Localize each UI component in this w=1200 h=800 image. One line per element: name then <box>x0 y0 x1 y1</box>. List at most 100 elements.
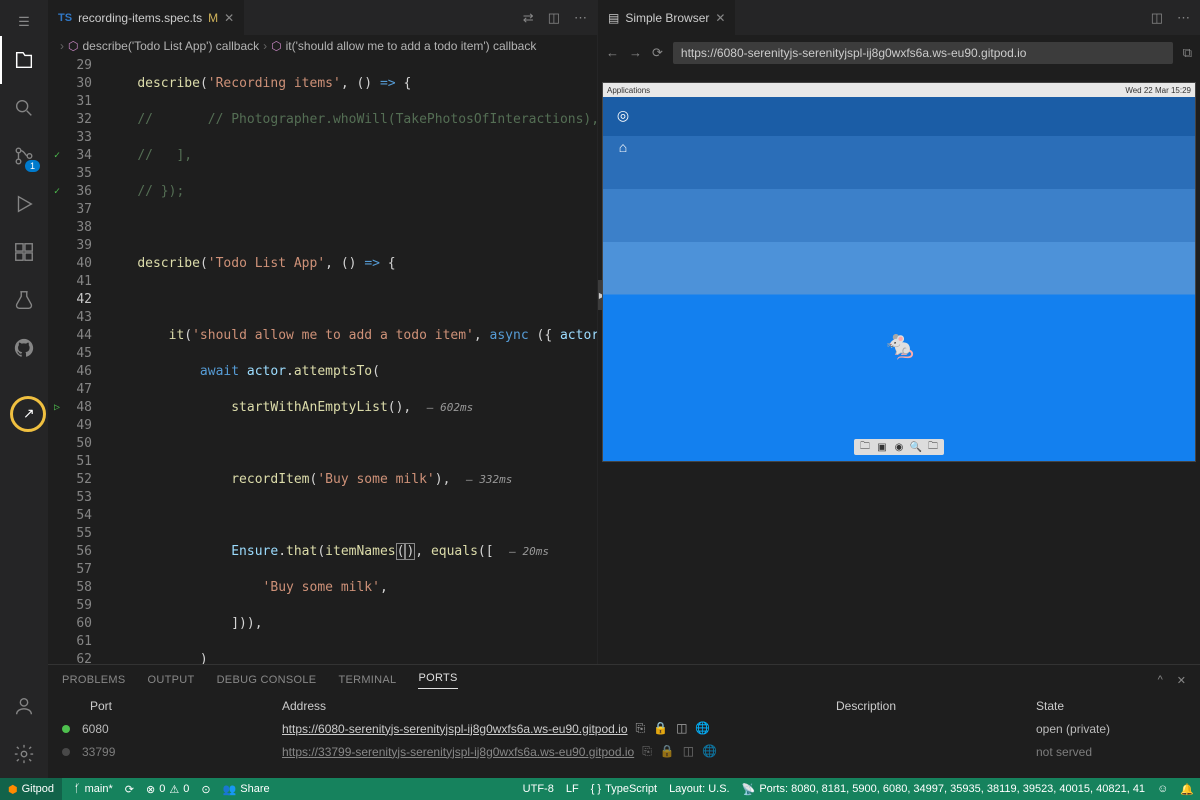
url-input[interactable] <box>673 42 1173 64</box>
source-control-icon[interactable]: 1 <box>0 132 48 180</box>
port-row[interactable]: 6080 https://6080-serenityjs-serenityjsp… <box>48 717 1200 740</box>
tab-terminal[interactable]: TERMINAL <box>338 674 396 686</box>
taskbar-item[interactable]: ▣ <box>875 441 889 453</box>
more-icon[interactable]: ⋯ <box>574 10 587 26</box>
code-content[interactable]: describe('Recording items', () => { // /… <box>106 57 597 664</box>
tab-ports[interactable]: PORTS <box>418 672 457 689</box>
col-address: Address <box>282 699 836 713</box>
radio-icon[interactable]: ⊙ <box>201 783 210 796</box>
lock-icon[interactable]: 🔒 <box>660 744 675 759</box>
status-bar: ⬢Gitpod ᚶ main* ⟳ ⊗ 0 ⚠ 0 ⊙ 👥 Share UTF-… <box>0 778 1200 800</box>
breadcrumb-outer: describe('Todo List App') callback <box>82 39 259 53</box>
test-pass-icon[interactable]: ✓ <box>50 147 64 165</box>
run-debug-icon[interactable] <box>0 180 48 228</box>
main-area: ☰ 1 <box>0 0 1200 778</box>
chevron-right-icon: › <box>263 39 267 53</box>
port-address-link[interactable]: https://6080-serenityjs-serenityjspl-ij8… <box>282 722 628 736</box>
method-icon: ⬡ <box>68 39 78 53</box>
testing-icon[interactable] <box>0 276 48 324</box>
chevron-right-icon: › <box>60 39 64 53</box>
breadcrumb[interactable]: › ⬡ describe('Todo List App') callback ›… <box>48 35 597 57</box>
typescript-icon: TS <box>58 12 72 24</box>
status-dot-icon <box>62 725 70 733</box>
eol-status[interactable]: LF <box>566 783 579 796</box>
copy-icon[interactable]: ⎘ <box>636 721 646 736</box>
globe-icon[interactable]: 🌐 <box>695 721 710 736</box>
extensions-icon[interactable] <box>0 228 48 276</box>
browser-viewport[interactable]: Applications Wed 22 Mar 15:29 ◎ ⌂ 🐁 🗀 ▣ … <box>598 70 1200 664</box>
language-status[interactable]: { } TypeScript <box>591 783 657 796</box>
taskbar-item[interactable]: 🔍 <box>909 441 923 453</box>
github-icon[interactable] <box>0 324 48 372</box>
ports-header: Port Address Description State <box>48 695 1200 717</box>
layout-status[interactable]: Layout: U.S. <box>669 783 730 796</box>
status-dot-icon <box>62 748 70 756</box>
ports-status[interactable]: 📡 Ports: 8080, 8181, 5900, 6080, 34997, … <box>742 783 1145 796</box>
git-branch[interactable]: ᚶ main* <box>74 783 113 795</box>
split-icon[interactable]: ◫ <box>1151 10 1163 26</box>
tab-simple-browser[interactable]: ▤ Simple Browser ✕ <box>598 0 736 35</box>
code-editor[interactable]: ✓ ✓ ▷ 2930313233343536373839404142434445… <box>48 57 597 664</box>
globe-icon[interactable]: 🌐 <box>702 744 717 759</box>
preview-icon[interactable]: ◫ <box>676 721 687 736</box>
browser-tabs: ▤ Simple Browser ✕ ◫ ⋯ <box>598 0 1200 35</box>
notifications-icon[interactable]: 🔔 <box>1180 783 1194 796</box>
sync-icon[interactable]: ⟳ <box>125 783 134 796</box>
remote-desktop[interactable]: Applications Wed 22 Mar 15:29 ◎ ⌂ 🐁 🗀 ▣ … <box>602 82 1196 462</box>
col-description: Description <box>836 699 1036 713</box>
back-icon[interactable]: ← <box>606 45 619 60</box>
explorer-icon[interactable] <box>0 36 48 84</box>
accounts-icon[interactable] <box>0 682 48 730</box>
clock: Wed 22 Mar 15:29 <box>1125 86 1191 95</box>
reload-icon[interactable]: ⟳ <box>652 45 663 61</box>
browser-toolbar: ← → ⟳ ⧉ <box>598 35 1200 70</box>
editor-area: TS recording-items.spec.ts M ✕ ⇄ ◫ ⋯ › ⬡… <box>48 0 1200 778</box>
taskbar-item[interactable]: 🗀 <box>858 441 872 453</box>
open-external-icon[interactable]: ⧉ <box>1183 45 1192 61</box>
search-icon[interactable] <box>0 84 48 132</box>
forward-icon[interactable]: → <box>629 45 642 60</box>
test-run-icon[interactable]: ▷ <box>50 399 64 417</box>
maximize-panel-icon[interactable]: ^ <box>1158 674 1163 687</box>
tab-output[interactable]: OUTPUT <box>148 674 195 686</box>
feedback-icon[interactable]: ☺ <box>1157 783 1168 796</box>
more-icon[interactable]: ⋯ <box>1177 10 1190 26</box>
tab-problems[interactable]: PROBLEMS <box>62 674 126 686</box>
bottom-panel: PROBLEMS OUTPUT DEBUG CONSOLE TERMINAL P… <box>48 664 1200 778</box>
port-state: not served <box>1036 745 1186 759</box>
tab-recording-items[interactable]: TS recording-items.spec.ts M ✕ <box>48 0 245 35</box>
gear-icon[interactable] <box>0 730 48 778</box>
copy-icon[interactable]: ⎘ <box>642 744 652 759</box>
taskbar-item[interactable]: ◉ <box>892 441 906 453</box>
gitpod-status[interactable]: ⬢Gitpod <box>0 778 62 800</box>
desktop-home-icon[interactable]: ⌂ <box>613 137 633 157</box>
close-icon[interactable]: ✕ <box>224 11 234 25</box>
encoding-status[interactable]: UTF-8 <box>523 783 554 796</box>
port-address-link[interactable]: https://33799-serenityjs-serenityjspl-ij… <box>282 745 634 759</box>
tabs-bar: TS recording-items.spec.ts M ✕ ⇄ ◫ ⋯ <box>48 0 597 35</box>
desktop-taskbar[interactable]: 🗀 ▣ ◉ 🔍 🗀 <box>854 439 944 455</box>
method-icon: ⬡ <box>271 39 281 53</box>
close-icon[interactable]: ✕ <box>715 11 725 25</box>
split-icon[interactable]: ◫ <box>548 10 560 26</box>
xfce-mouse-logo: 🐁 <box>883 328 918 361</box>
tab-debug-console[interactable]: DEBUG CONSOLE <box>217 674 317 686</box>
test-pass-icon[interactable]: ✓ <box>50 183 64 201</box>
close-panel-icon[interactable]: ✕ <box>1177 674 1186 687</box>
editor-group-code: TS recording-items.spec.ts M ✕ ⇄ ◫ ⋯ › ⬡… <box>48 0 598 664</box>
panel-tabs: PROBLEMS OUTPUT DEBUG CONSOLE TERMINAL P… <box>48 665 1200 695</box>
port-row[interactable]: 33799 https://33799-serenityjs-serenityj… <box>48 740 1200 763</box>
menu-icon[interactable]: ☰ <box>0 8 48 36</box>
tab-actions: ⇄ ◫ ⋯ <box>513 10 597 26</box>
taskbar-item[interactable]: 🗀 <box>926 441 940 453</box>
preview-icon[interactable]: ◫ <box>683 744 694 759</box>
desktop-menubar[interactable]: Applications Wed 22 Mar 15:29 <box>603 83 1195 97</box>
problems-status[interactable]: ⊗ 0 ⚠ 0 <box>146 783 189 796</box>
desktop-app-icon[interactable]: ◎ <box>613 105 633 125</box>
col-port: Port <box>62 699 282 713</box>
compare-icon[interactable]: ⇄ <box>523 10 534 26</box>
gutter-decorations: ✓ ✓ ▷ <box>48 57 66 664</box>
lock-icon[interactable]: 🔒 <box>653 721 668 736</box>
apps-menu[interactable]: Applications <box>607 86 650 95</box>
share-status[interactable]: 👥 Share <box>223 783 270 796</box>
